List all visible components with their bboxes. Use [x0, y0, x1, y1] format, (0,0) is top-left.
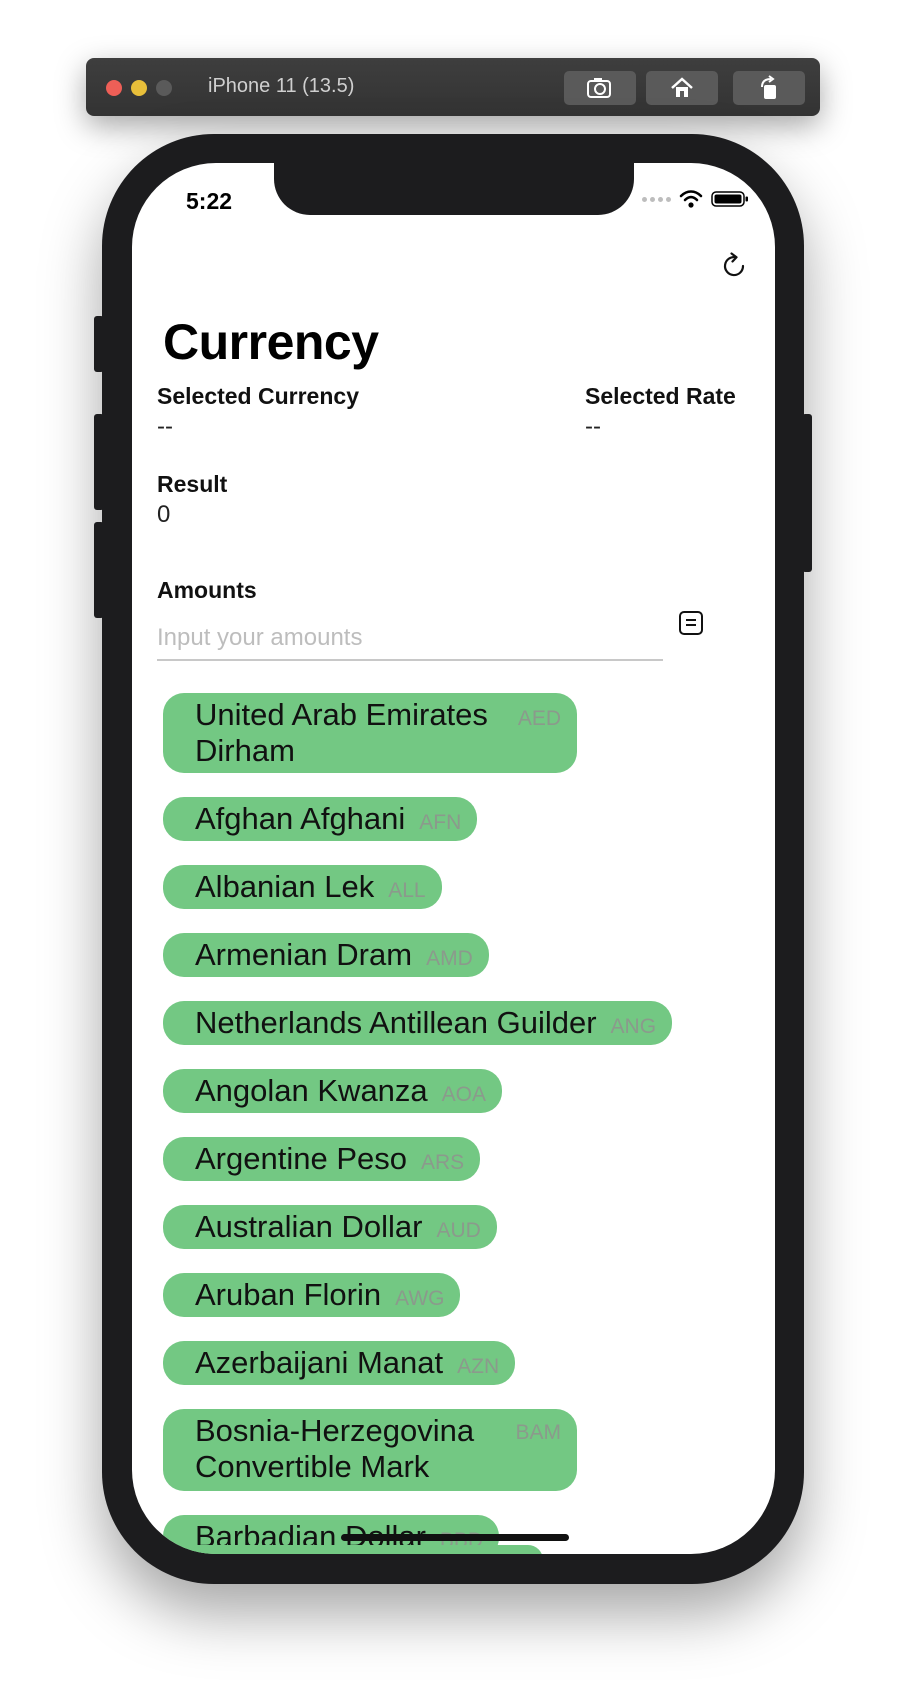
currency-chip[interactable]: United Arab Emirates Dirham AED	[163, 693, 577, 773]
selected-currency-label: Selected Currency	[157, 383, 359, 409]
currency-code: ARS	[420, 1151, 465, 1174]
result-value: 0	[157, 501, 171, 528]
currency-chip[interactable]: Bosnia-Herzegovina Convertible Mark BAM	[163, 1409, 577, 1491]
currency-code: ALL	[388, 879, 426, 902]
currency-name: Bosnia-Herzegovina Convertible Mark	[195, 1413, 475, 1484]
currency-code: AZN	[457, 1355, 500, 1378]
status-time: 5:22	[186, 188, 233, 214]
selected-currency-value: --	[157, 413, 173, 440]
currency-name: Angolan Kwanza	[195, 1073, 428, 1108]
selected-rate-value: --	[585, 413, 601, 440]
power-button	[802, 414, 812, 572]
currency-name: Armenian Dram	[195, 937, 413, 972]
memo-icon[interactable]	[678, 610, 704, 636]
currency-chip-partial[interactable]	[163, 1545, 543, 1554]
rotate-icon	[761, 75, 776, 99]
currency-chip[interactable]: Albanian Lek ALL	[163, 865, 442, 909]
currency-code: AUD	[436, 1219, 481, 1242]
currency-code: AED	[517, 707, 561, 730]
wifi-icon	[679, 190, 703, 208]
simulator-titlebar: iPhone 11 (13.5)	[86, 58, 820, 116]
currency-name: Afghan Afghani	[195, 801, 406, 836]
cellular-signal-icon	[642, 196, 671, 202]
app-screen: 5:22 Currency Selected Currency -- Selec…	[132, 163, 775, 1554]
result-label: Result	[157, 471, 228, 497]
screenshot-button[interactable]	[564, 71, 636, 105]
phone-frame: 5:22 Currency Selected Currency -- Selec…	[94, 134, 812, 1584]
simulator-title: iPhone 11 (13.5)	[208, 75, 355, 97]
currency-list: United Arab Emirates Dirham AED Afghan A…	[163, 693, 753, 1554]
currency-chip[interactable]: Armenian Dram AMD	[163, 933, 489, 977]
currency-chip[interactable]: Argentine Peso ARS	[163, 1137, 481, 1181]
currency-name: Aruban Florin	[195, 1277, 382, 1312]
currency-chip[interactable]: Azerbaijani Manat AZN	[163, 1341, 516, 1385]
screenshot-icon	[587, 78, 611, 98]
silent-switch	[94, 316, 104, 372]
volume-up-button	[94, 414, 104, 510]
currency-chip[interactable]: Angolan Kwanza AOA	[163, 1069, 503, 1113]
currency-name: Albanian Lek	[195, 869, 375, 904]
currency-chip[interactable]: Netherlands Antillean Guilder ANG	[163, 1001, 673, 1045]
status-indicators	[642, 190, 749, 208]
currency-name: Argentine Peso	[195, 1141, 407, 1176]
currency-chip[interactable]: Australian Dollar AUD	[163, 1205, 497, 1249]
currency-chip[interactable]: Afghan Afghani AFN	[163, 797, 478, 841]
currency-name: Australian Dollar	[195, 1209, 423, 1244]
rotate-button[interactable]	[733, 71, 805, 105]
currency-name: United Arab Emirates Dirham	[195, 697, 488, 768]
zoom-window-button[interactable]	[156, 80, 172, 96]
battery-icon	[711, 191, 748, 207]
currency-code: AMD	[426, 947, 473, 970]
page-title: Currency	[163, 314, 379, 370]
currency-name: Netherlands Antillean Guilder	[195, 1005, 597, 1040]
home-button[interactable]	[646, 71, 718, 105]
currency-code: AOA	[441, 1083, 487, 1106]
refresh-icon[interactable]	[719, 251, 749, 281]
currency-chip[interactable]: Aruban Florin AWG	[163, 1273, 461, 1317]
selected-rate-label: Selected Rate	[585, 383, 736, 409]
volume-down-button	[94, 522, 104, 618]
amounts-label: Amounts	[157, 577, 257, 603]
minimize-window-button[interactable]	[131, 80, 147, 96]
currency-code: AWG	[395, 1287, 445, 1310]
home-indicator[interactable]	[341, 1534, 569, 1541]
close-window-button[interactable]	[106, 80, 122, 96]
currency-code: ANG	[610, 1015, 657, 1038]
currency-code: BAM	[515, 1421, 561, 1444]
home-icon	[671, 77, 693, 97]
amounts-input[interactable]	[157, 617, 663, 661]
notch	[274, 163, 634, 215]
currency-name: Azerbaijani Manat	[195, 1345, 444, 1380]
currency-code: AFN	[419, 811, 462, 834]
